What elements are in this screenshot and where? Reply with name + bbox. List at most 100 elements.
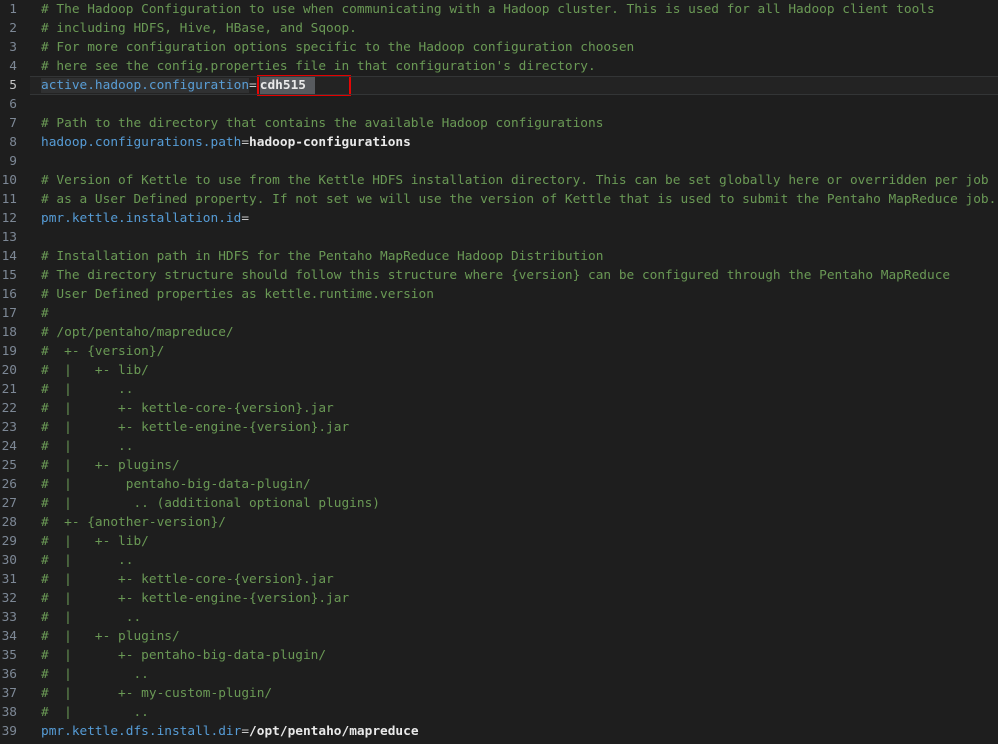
code-line[interactable]: 23# | +- kettle-engine-{version}.jar xyxy=(0,418,998,437)
code-line[interactable]: 27 # | .. (additional optional plugins) xyxy=(0,494,998,513)
code-line[interactable]: 5active.hadoop.configuration=cdh515 xyxy=(0,76,998,95)
line-number: 2 xyxy=(0,19,17,38)
code-line[interactable]: 37# | +- my-custom-plugin/ xyxy=(0,684,998,703)
code-line[interactable]: 15 # The directory structure should follo… xyxy=(0,266,998,285)
line-content: # | +- pentaho-big-data-plugin/ xyxy=(17,646,326,665)
code-line[interactable]: 12pmr.kettle.installation.id= xyxy=(0,209,998,228)
comment-text: # including HDFS, Hive, HBase, and Sqoop… xyxy=(41,21,357,36)
code-line[interactable]: 9 xyxy=(0,152,998,171)
code-line[interactable]: 20# | +- lib/ xyxy=(0,361,998,380)
code-line[interactable]: 25# | +- plugins/ xyxy=(0,456,998,475)
code-line[interactable]: 24# | .. xyxy=(0,437,998,456)
line-content: # | .. (additional optional plugins) xyxy=(17,494,380,513)
code-line[interactable]: 30# | .. xyxy=(0,551,998,570)
comment-text: # User Defined properties as kettle.runt… xyxy=(41,287,434,302)
line-content: # here see the config.properties file in… xyxy=(17,57,596,76)
code-line[interactable]: 7# Path to the directory that contains t… xyxy=(0,114,998,133)
comment-text: # | .. (additional optional plugins) xyxy=(41,496,380,511)
property-key: pmr.kettle.installation.id xyxy=(41,211,241,226)
line-content: # The directory structure should follow … xyxy=(17,266,950,285)
line-number: 16 xyxy=(0,285,17,304)
code-line[interactable]: 10# Version of Kettle to use from the Ke… xyxy=(0,171,998,190)
comment-text: # here see the config.properties file in… xyxy=(41,59,596,74)
comment-text: # The directory structure should follow … xyxy=(41,268,950,283)
line-number: 8 xyxy=(0,133,17,152)
line-content: # | pentaho-big-data-plugin/ xyxy=(17,475,311,494)
property-value: hadoop-configurations xyxy=(249,135,411,150)
code-line[interactable]: 6 xyxy=(0,95,998,114)
line-content: # The Hadoop Configuration to use when c… xyxy=(17,0,935,19)
line-content: # User Defined properties as kettle.runt… xyxy=(17,285,434,304)
line-number: 15 xyxy=(0,266,17,285)
line-number: 33 xyxy=(0,608,17,627)
code-line[interactable]: 3# For more configuration options specif… xyxy=(0,38,998,57)
line-content: # /opt/pentaho/mapreduce/ xyxy=(17,323,234,342)
code-editor[interactable]: 1 # The Hadoop Configuration to use when … xyxy=(0,0,998,744)
line-content: # | +- lib/ xyxy=(17,532,149,551)
annotation-red-box: cdh515 xyxy=(257,75,351,96)
editor-lines: 1 # The Hadoop Configuration to use when … xyxy=(0,0,998,741)
code-line[interactable]: 11 # as a User Defined property. If not s… xyxy=(0,190,998,209)
line-content: # Version of Kettle to use from the Kett… xyxy=(17,171,989,190)
line-number: 14 xyxy=(0,247,17,266)
code-line[interactable]: 8hadoop.configurations.path=hadoop-confi… xyxy=(0,133,998,152)
code-line[interactable]: 34# | +- plugins/ xyxy=(0,627,998,646)
code-line[interactable]: 2 # including HDFS, Hive, HBase, and Sqoo… xyxy=(0,19,998,38)
code-line[interactable]: 14# Installation path in HDFS for the Pe… xyxy=(0,247,998,266)
comment-text: # | .. xyxy=(41,610,141,625)
code-line[interactable]: 35# | +- pentaho-big-data-plugin/ xyxy=(0,646,998,665)
code-line[interactable]: 18# /opt/pentaho/mapreduce/ xyxy=(0,323,998,342)
comment-text: # | +- kettle-core-{version}.jar xyxy=(41,572,334,587)
comment-text: # | +- my-custom-plugin/ xyxy=(41,686,272,701)
code-line[interactable]: 26# | pentaho-big-data-plugin/ xyxy=(0,475,998,494)
code-line[interactable]: 19# +- {version}/ xyxy=(0,342,998,361)
property-value: /opt/pentaho/mapreduce xyxy=(249,724,419,739)
comment-text: # | .. xyxy=(41,705,149,720)
comment-text: # | pentaho-big-data-plugin/ xyxy=(41,477,311,492)
line-content: # | +- lib/ xyxy=(17,361,149,380)
line-content: # | +- plugins/ xyxy=(17,456,180,475)
line-number: 27 xyxy=(0,494,17,513)
line-number: 11 xyxy=(0,190,17,209)
line-content: # | .. xyxy=(17,551,133,570)
code-line[interactable]: 16 # User Defined properties as kettle.ru… xyxy=(0,285,998,304)
line-number: 31 xyxy=(0,570,17,589)
code-line[interactable]: 1 # The Hadoop Configuration to use when … xyxy=(0,0,998,19)
comment-text: # | +- lib/ xyxy=(41,363,149,378)
line-content: # | +- kettle-core-{version}.jar xyxy=(17,570,334,589)
line-number: 38 xyxy=(0,703,17,722)
line-content: # Installation path in HDFS for the Pent… xyxy=(17,247,603,266)
comment-text: # | +- pentaho-big-data-plugin/ xyxy=(41,648,326,663)
code-line[interactable]: 33 # | .. xyxy=(0,608,998,627)
comment-text: # | .. xyxy=(41,439,133,454)
code-line[interactable]: 31 # | +- kettle-core-{version}.jar xyxy=(0,570,998,589)
line-number: 3 xyxy=(0,38,17,57)
line-content: # | +- kettle-core-{version}.jar xyxy=(17,399,334,418)
line-number: 17 xyxy=(0,304,17,323)
line-number: 1 xyxy=(0,0,17,19)
code-line[interactable]: 36# | .. xyxy=(0,665,998,684)
comment-text: # | +- kettle-engine-{version}.jar xyxy=(41,591,349,606)
code-line[interactable]: 4# here see the config.properties file i… xyxy=(0,57,998,76)
line-content: # | .. xyxy=(17,437,133,456)
code-line[interactable]: 28# +- {another-version}/ xyxy=(0,513,998,532)
code-line[interactable]: 22# | +- kettle-core-{version}.jar xyxy=(0,399,998,418)
line-number: 10 xyxy=(0,171,17,190)
code-line[interactable]: 17# xyxy=(0,304,998,323)
line-content: # | +- my-custom-plugin/ xyxy=(17,684,272,703)
property-key: pmr.kettle.dfs.install.dir xyxy=(41,724,241,739)
equals-sign: = xyxy=(241,211,249,226)
code-line[interactable]: 21# | .. xyxy=(0,380,998,399)
line-content: # | .. xyxy=(17,380,133,399)
comment-text: # The Hadoop Configuration to use when c… xyxy=(41,2,935,17)
code-line[interactable]: 13 xyxy=(0,228,998,247)
code-line[interactable]: 32# | +- kettle-engine-{version}.jar xyxy=(0,589,998,608)
comment-text: # | +- lib/ xyxy=(41,534,149,549)
code-line[interactable]: 29# | +- lib/ xyxy=(0,532,998,551)
code-line[interactable]: 39pmr.kettle.dfs.install.dir=/opt/pentah… xyxy=(0,722,998,741)
code-line[interactable]: 38 # | .. xyxy=(0,703,998,722)
line-number: 28 xyxy=(0,513,17,532)
line-content: # | .. xyxy=(17,703,149,722)
comment-text: # as a User Defined property. If not set… xyxy=(41,192,996,207)
line-content: active.hadoop.configuration=cdh515 xyxy=(17,76,351,95)
